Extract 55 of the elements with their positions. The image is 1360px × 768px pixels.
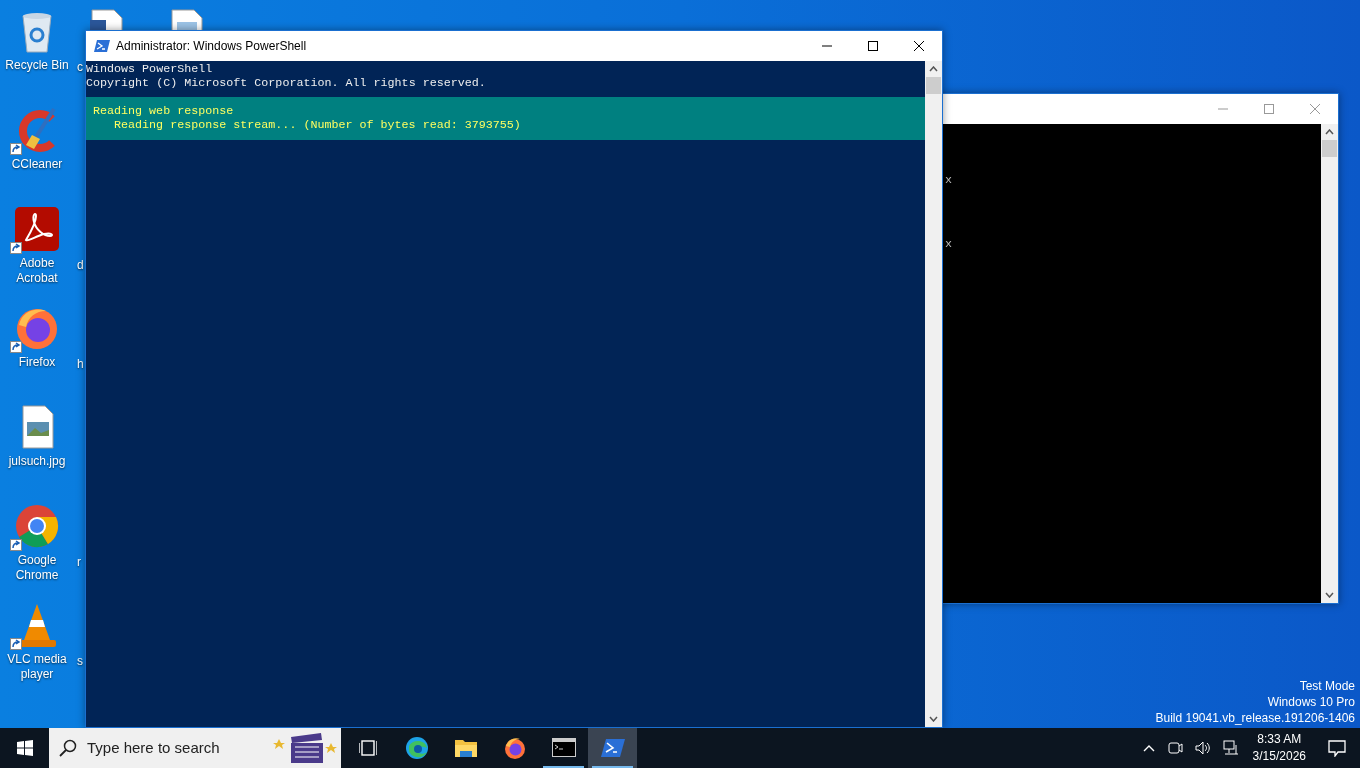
desktop-text: Windows 10 Pro (1266, 694, 1355, 710)
icon-label[interactable]: julsuch.jpg (8, 454, 66, 469)
close-icon (913, 40, 925, 52)
console-text: Windows PowerShell (86, 62, 213, 76)
clock-time: 8:33 AM (1256, 731, 1303, 748)
windows-logo-icon (16, 740, 33, 756)
icon-label[interactable]: Adobe Acrobat (0, 256, 74, 286)
icon-label[interactable]: Firefox (18, 355, 56, 370)
icon-label[interactable]: Recycle Bin (5, 58, 69, 73)
shortcut-arrow-icon (10, 143, 22, 155)
firefox-icon (502, 736, 527, 760)
camera-icon[interactable] (1166, 740, 1183, 756)
console-text: x (945, 237, 952, 251)
desktop-text: Build 19041.vb_release.191206-1406 (1155, 710, 1355, 726)
powershell-icon (600, 736, 625, 760)
clock-date: 3/15/2026 (1252, 748, 1306, 765)
scroll-down-icon (1325, 592, 1334, 598)
scroll-up-icon (1325, 129, 1334, 135)
icon-label[interactable]: h (77, 355, 84, 373)
speaker-icon[interactable] (1194, 740, 1211, 756)
icon-label[interactable]: r (77, 553, 81, 571)
shortcut-arrow-icon (10, 341, 22, 353)
scroll-thumb[interactable] (1322, 140, 1337, 157)
scrollbar[interactable] (1321, 124, 1338, 603)
console-text: x (945, 173, 952, 187)
icon-label[interactable]: c (77, 58, 83, 76)
shortcut-arrow-icon (10, 638, 22, 650)
clock[interactable]: 8:33 AM 3/15/2026 (1244, 731, 1314, 765)
progress-status: Reading response stream... (Number of bytes read: 3793755) (113, 118, 521, 132)
network-icon[interactable] (1222, 740, 1239, 756)
task-view-icon (358, 738, 377, 758)
scroll-thumb[interactable] (926, 77, 941, 94)
window-title: Administrator: Windows PowerShell (116, 38, 308, 55)
shortcut-arrow-icon (10, 242, 22, 254)
progress-activity: Reading web response (93, 104, 234, 118)
terminal-icon (551, 736, 576, 760)
maximize-icon (867, 40, 879, 52)
scroll-down-icon (929, 716, 938, 722)
powershell-icon (94, 39, 110, 53)
icon-label[interactable]: d (77, 256, 84, 274)
scrollbar[interactable] (925, 61, 942, 727)
console-text: Copyright (C) Microsoft Corporation. All rights reserved. (86, 76, 486, 90)
search-icon (59, 739, 77, 757)
edge-icon (404, 736, 429, 760)
scroll-up-icon (929, 66, 938, 72)
icon-label[interactable]: Google Chrome (0, 553, 74, 583)
shortcut-arrow-icon (10, 539, 22, 551)
close-icon (1309, 103, 1321, 115)
icon-label[interactable]: s (77, 652, 83, 670)
icon-label[interactable]: VLC media player (0, 652, 74, 682)
desktop-text: Test Mode (1298, 678, 1355, 694)
search-field[interactable]: Type here to search (49, 728, 341, 768)
icon-label[interactable]: CCleaner (11, 157, 63, 172)
maximize-icon (1263, 103, 1275, 115)
notification-icon (1328, 739, 1346, 757)
